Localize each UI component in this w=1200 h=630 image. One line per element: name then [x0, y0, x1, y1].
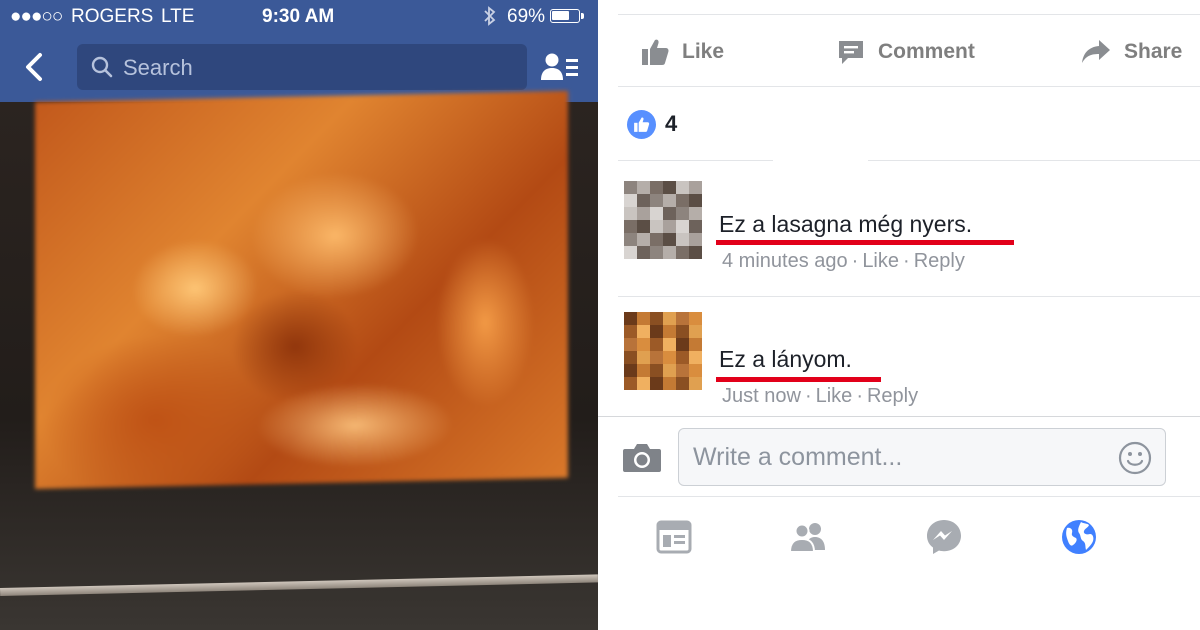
globe-notifications-icon[interactable]: [1059, 517, 1099, 557]
battery-level: [552, 11, 569, 20]
comment-item: Ez a lányom. Just now · Like · Reply: [598, 297, 1200, 417]
battery-icon: [550, 9, 584, 23]
messenger-icon[interactable]: [924, 517, 964, 557]
network-type: LTE: [161, 6, 195, 27]
status-time: 9:30 AM: [262, 6, 335, 27]
carrier-name: ROGERS: [71, 6, 154, 27]
comment-item: Ez a lasagna még nyers. 4 minutes ago · Li…: [598, 161, 1200, 296]
search-placeholder: Search: [123, 55, 193, 80]
comment-button[interactable]: Comment: [836, 37, 975, 67]
comment-bubble-icon: [839, 41, 863, 64]
comment-time: Just now: [722, 385, 801, 407]
comment-time: 4 minutes ago: [722, 250, 848, 272]
comment-like-link[interactable]: Like: [816, 385, 853, 407]
comment-composer: Write a comment...: [598, 417, 1200, 495]
reaction-summary[interactable]: 4: [627, 109, 677, 139]
share-label: Share: [1124, 40, 1183, 63]
avatar[interactable]: [624, 312, 702, 390]
camera-icon[interactable]: [622, 441, 662, 473]
comment-reply-link[interactable]: Reply: [867, 385, 918, 407]
ultrasound-image: [35, 90, 568, 490]
status-bar: ●●●○○ ROGERS LTE 9:30 AM 69%: [0, 0, 598, 32]
avatar[interactable]: [624, 181, 702, 259]
search-input[interactable]: Search: [77, 44, 527, 90]
battery-percent: 69%: [507, 6, 546, 27]
like-badge-icon: [627, 109, 656, 139]
bluetooth-icon: [482, 6, 498, 32]
smiley-icon[interactable]: [1118, 441, 1152, 475]
comment-like-link[interactable]: Like: [862, 250, 899, 272]
like-button[interactable]: Like: [640, 37, 724, 67]
news-feed-icon[interactable]: [654, 517, 694, 557]
post-actions: Like Comment Share: [598, 15, 1200, 87]
left-phone-screenshot: ●●●○○ ROGERS LTE 9:30 AM 69% Search: [0, 0, 598, 630]
like-count: 4: [665, 111, 678, 136]
friends-icon[interactable]: [788, 517, 828, 557]
tab-bar: [598, 497, 1200, 630]
comment-text: Ez a lányom.: [719, 346, 852, 372]
comment-placeholder: Write a comment...: [693, 443, 903, 471]
chevron-left-icon[interactable]: [18, 50, 52, 84]
right-phone-screenshot: Like Comment Share 4 Ez a lasagna még ny…: [598, 0, 1200, 630]
thumbs-up-icon: [642, 39, 669, 65]
comment-meta: 4 minutes ago · Like · Reply: [722, 250, 965, 272]
comment-reply-link[interactable]: Reply: [914, 250, 965, 272]
share-button[interactable]: Share: [1080, 37, 1182, 67]
comment-text: Ez a lasagna még nyers.: [719, 211, 973, 237]
like-label: Like: [682, 40, 725, 63]
comment-label: Comment: [878, 40, 975, 63]
comment-meta: Just now · Like · Reply: [722, 385, 919, 407]
comment-input[interactable]: Write a comment...: [678, 428, 1166, 486]
post-photo[interactable]: [0, 90, 598, 630]
paper-edge: [0, 574, 598, 596]
red-underline: [716, 377, 881, 382]
signal-strength: ●●●○○: [10, 6, 63, 27]
red-underline: [716, 240, 1014, 245]
friend-requests-icon[interactable]: [540, 50, 580, 84]
share-arrow-icon: [1082, 40, 1110, 63]
search-icon: [91, 56, 113, 78]
